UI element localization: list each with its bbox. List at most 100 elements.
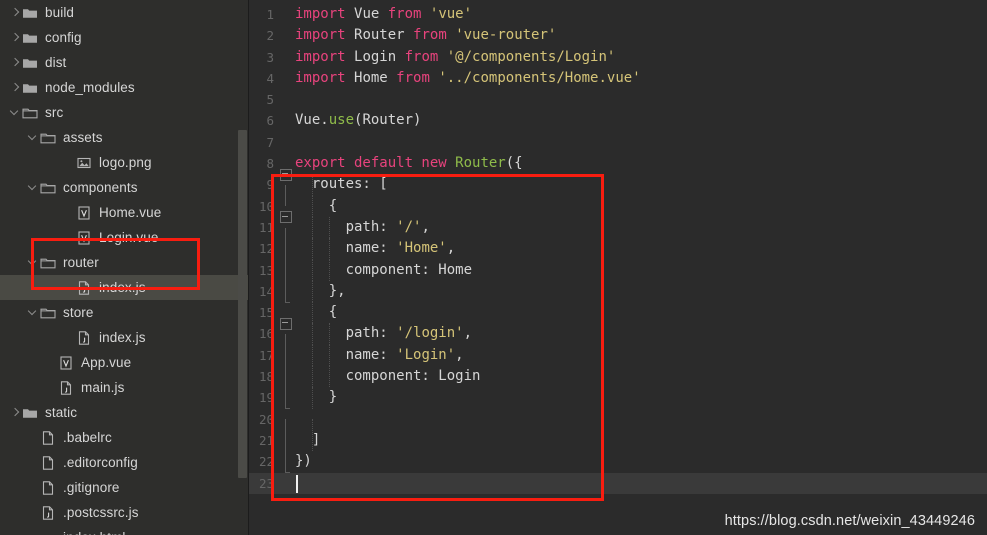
indent-guide xyxy=(311,174,313,196)
tree-item-Home-vue[interactable]: Home.vue xyxy=(0,200,249,225)
tree-item-store[interactable]: store xyxy=(0,300,249,325)
tree-item-router[interactable]: router xyxy=(0,250,249,275)
chevron-right-icon[interactable] xyxy=(8,31,22,45)
line-number: 20 xyxy=(258,411,274,427)
code-line[interactable]: 13 component: Home xyxy=(249,259,987,292)
code-line[interactable]: 17 name: 'Login', xyxy=(249,344,987,377)
code-line[interactable]: 18 component: Login xyxy=(249,366,987,398)
code-line[interactable]: 4 import Home from '../components/Home.vu… xyxy=(249,68,987,89)
tree-item-config[interactable]: config xyxy=(0,25,249,50)
code-line-text: name: 'Login', xyxy=(295,344,987,367)
tree-item-src[interactable]: src xyxy=(0,100,249,125)
code-line-text: import Login from '@/components/Login' xyxy=(295,47,987,68)
tree-item-node_modules[interactable]: node_modules xyxy=(0,75,249,100)
code-line[interactable]: 5 xyxy=(249,89,987,110)
chevron-right-icon[interactable] xyxy=(8,406,22,420)
code-line[interactable]: 14 }, xyxy=(249,280,987,303)
code-token: import xyxy=(295,6,355,22)
folder-icon xyxy=(22,30,38,46)
vue-file-icon xyxy=(76,205,92,221)
line-number: 12 xyxy=(258,241,274,257)
tree-item-logo-png[interactable]: logo.png xyxy=(0,150,249,175)
chevron-down-icon[interactable] xyxy=(26,306,40,320)
tree-item-label: .babelrc xyxy=(63,429,112,445)
code-line[interactable]: 21 ] xyxy=(249,429,987,462)
line-number: 8 xyxy=(266,156,274,172)
folder-open-icon xyxy=(40,130,56,146)
indent-guide xyxy=(311,195,313,217)
folder-open-icon xyxy=(22,105,38,121)
code-token: export default new xyxy=(295,155,456,172)
line-number: 23 xyxy=(258,475,274,491)
tree-item-label: Home.vue xyxy=(99,204,162,220)
tree-item--babelrc[interactable]: .babelrc xyxy=(0,425,249,450)
chevron-right-icon[interactable] xyxy=(8,81,22,95)
chevron-right-icon[interactable] xyxy=(8,56,22,70)
code-line[interactable]: 3 import Login from '@/components/Login' xyxy=(249,47,987,68)
code-token: Router xyxy=(354,27,414,44)
code-token: from xyxy=(396,69,439,86)
code-line[interactable]: 1 import Vue from 'vue' xyxy=(249,4,987,25)
tree-item--gitignore[interactable]: .gitignore xyxy=(0,475,249,500)
code-line[interactable]: 6 Vue.use(Router) xyxy=(249,110,987,131)
line-number: 1 xyxy=(266,7,274,22)
code-line[interactable]: 16 path: '/login', xyxy=(249,323,987,356)
chevron-down-icon[interactable] xyxy=(26,256,40,270)
code-lines[interactable]: 1 import Vue from 'vue' 2 import Router fro… xyxy=(249,0,987,494)
indent-guide xyxy=(328,344,330,367)
tree-item-index-js[interactable]: index.js xyxy=(0,275,249,300)
code-line[interactable]: 8 export default new Router({ xyxy=(249,153,987,181)
code-line[interactable]: 19 } xyxy=(249,387,987,409)
tree-vertical-scrollbar[interactable] xyxy=(238,130,247,478)
tree-item-index-html[interactable]: < > index.html xyxy=(0,525,249,535)
vue-file-icon xyxy=(76,230,92,246)
tree-item-label: assets xyxy=(63,129,103,145)
chevron-right-icon[interactable] xyxy=(8,6,22,20)
code-line[interactable]: 22}) xyxy=(249,451,987,473)
tree-item-Login-vue[interactable]: Login.vue xyxy=(0,225,249,250)
tree-item-label: index.html xyxy=(63,530,126,535)
chevron-down-icon[interactable] xyxy=(8,106,22,120)
chevron-down-icon[interactable] xyxy=(26,181,40,195)
tree-item-assets[interactable]: assets xyxy=(0,125,249,150)
tree-item--postcssrc-js[interactable]: .postcssrc.js xyxy=(0,500,249,525)
code-line[interactable]: 15 { xyxy=(249,302,987,330)
code-line[interactable]: 10 { xyxy=(249,195,987,224)
plain-file-icon xyxy=(40,480,56,496)
indent-guide xyxy=(311,344,313,367)
code-line[interactable]: 23 xyxy=(249,472,987,494)
tree-item-components[interactable]: components xyxy=(0,175,249,200)
code-line-text: export default new Router({ xyxy=(295,153,987,174)
plain-file-icon xyxy=(40,455,56,471)
tree-item-App-vue[interactable]: App.vue xyxy=(0,350,249,375)
indent-guide xyxy=(311,366,313,388)
tree-item-index-js[interactable]: index.js xyxy=(0,325,249,350)
tree-item-dist[interactable]: dist xyxy=(0,50,249,75)
code-token: from xyxy=(413,27,456,44)
indent-guide xyxy=(311,302,313,324)
code-line[interactable]: 2 import Router from 'vue-router' xyxy=(249,25,987,46)
code-line[interactable]: 20 xyxy=(249,409,987,441)
code-token: , xyxy=(463,325,473,342)
code-editor-panel[interactable]: 1 import Vue from 'vue' 2 import Router fro… xyxy=(249,0,987,535)
code-line[interactable]: 12 name: 'Home', xyxy=(249,238,987,271)
line-number: 16 xyxy=(258,326,274,342)
tree-item-build[interactable]: build xyxy=(0,0,249,25)
folder-open-icon xyxy=(40,255,56,271)
line-number: 13 xyxy=(258,262,274,278)
project-tree-panel: build config dist node_modules src assets logo… xyxy=(0,0,249,535)
indent-guide xyxy=(311,280,313,303)
tree-item--editorconfig[interactable]: .editorconfig xyxy=(0,450,249,475)
chevron-down-icon[interactable] xyxy=(26,131,40,145)
tree-item-static[interactable]: static xyxy=(0,400,249,425)
code-line[interactable]: 9 routes: [ xyxy=(249,174,987,207)
line-number: 18 xyxy=(258,369,274,385)
folder-open-icon xyxy=(40,305,56,321)
code-line[interactable]: 11 path: '/', xyxy=(249,216,987,249)
code-token: path: xyxy=(295,218,397,235)
indent-guide xyxy=(311,216,313,239)
tree-item-main-js[interactable]: main.js xyxy=(0,375,249,400)
code-line[interactable]: 7 xyxy=(249,132,987,153)
